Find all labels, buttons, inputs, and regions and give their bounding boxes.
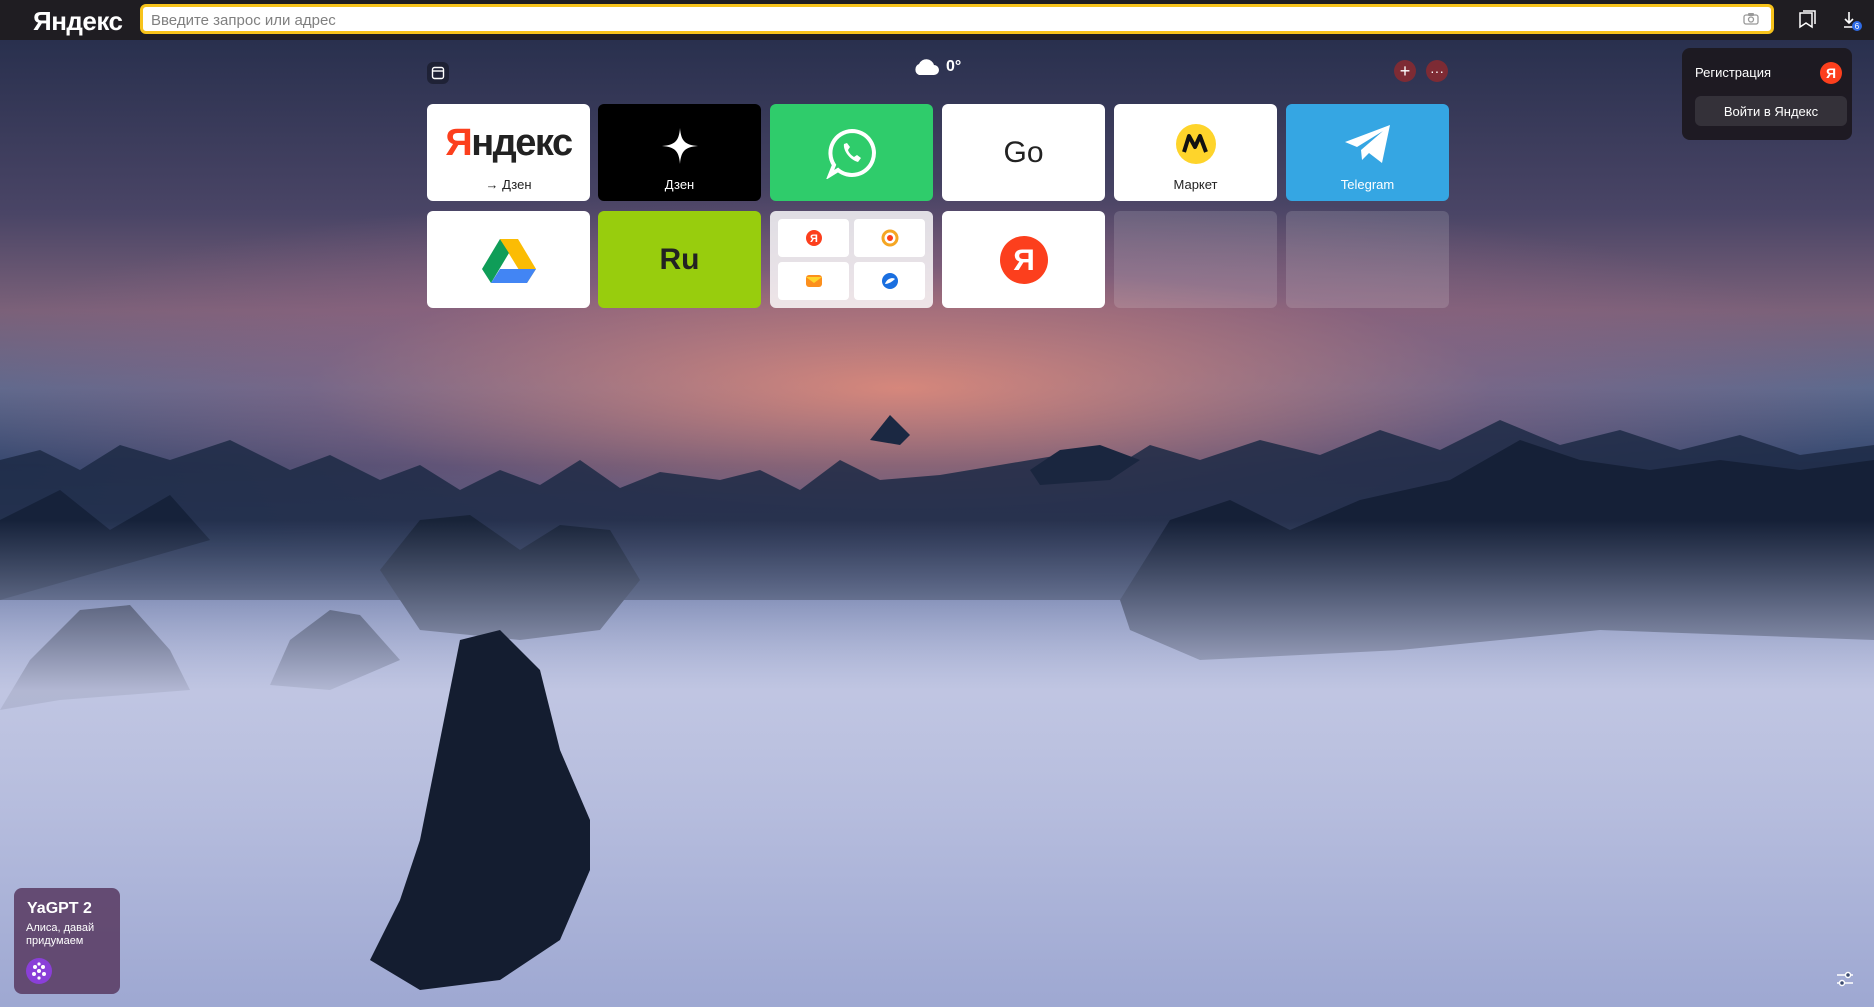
customize-icon[interactable] [1834,968,1856,990]
mini-disk-icon [854,262,925,300]
yagpt-subtitle: Алиса, давай придумаем [26,922,95,947]
alice-icon [26,958,52,984]
tile-google-drive[interactable] [427,211,590,308]
telegram-icon [1344,124,1390,163]
browser-toolbar: Яндекс 6 [0,0,1874,40]
yandex-wordmark-icon: Яндекс [445,122,573,164]
plus-icon: + [1399,61,1411,81]
tile-dzen-caption: Дзен [664,177,695,192]
more-icon: ··· [1430,63,1444,79]
tile-empty-2[interactable] [1286,211,1449,308]
yandex-account-icon[interactable]: Я [1820,62,1842,84]
more-button[interactable]: ··· [1426,60,1448,82]
yandex-logo[interactable]: Яндекс [33,6,123,37]
tile-whatsapp[interactable] [770,104,933,201]
tile-ru-label: Ru [659,242,700,276]
camera-icon[interactable] [1743,12,1759,25]
collections-icon[interactable] [1796,9,1818,31]
dzen-star-icon [661,127,698,164]
tile-dzen[interactable]: Дзен [598,104,761,201]
tile-yandex-folder[interactable]: Я [770,211,933,308]
omnibox[interactable] [140,4,1774,34]
login-title[interactable]: Регистрация [1695,65,1771,80]
tile-yandex-caption: → Дзен [485,177,532,192]
sidebar-toggle-button[interactable] [427,62,449,84]
weather-temperature: 0° [946,58,962,75]
yagpt-card[interactable]: YaGPT 2 Алиса, давай придумаем [14,888,120,994]
panel-icon [431,66,445,80]
tile-yandex-search[interactable]: Я [942,211,1105,308]
tile-market[interactable]: Маркет [1114,104,1277,201]
yandex-logo-icon: Я [999,235,1048,284]
market-icon [1175,123,1216,164]
tile-go[interactable]: Go [942,104,1105,201]
mini-yandex-icon: Я [778,219,849,257]
tile-telegram[interactable]: Telegram [1286,104,1449,201]
downloads-badge: 6 [1855,22,1860,31]
login-popup: Регистрация Я Войти в Яндекс [1682,48,1852,140]
add-tile-button[interactable]: + [1394,60,1416,82]
yagpt-title: YaGPT 2 [27,900,92,917]
tile-market-caption: Маркет [1173,177,1218,192]
google-drive-icon [481,238,536,283]
whatsapp-icon [825,128,876,179]
weather-widget[interactable]: 0° [912,58,961,76]
tile-telegram-caption: Telegram [1340,177,1395,192]
tile-go-label: Go [1003,135,1044,169]
mountains-silhouette [0,415,1874,1007]
downloads-icon[interactable]: 6 [1840,9,1862,31]
tile-yandex[interactable]: Яндекс → Дзен [427,104,590,201]
mini-mail-icon [778,262,849,300]
cloud-icon [915,59,939,75]
login-button[interactable]: Войти в Яндекс [1695,96,1847,126]
svg-text:Я: Я [810,233,818,245]
svg-text:Я: Я [1013,244,1035,277]
tile-empty-1[interactable] [1114,211,1277,308]
tile-ru[interactable]: Ru [598,211,761,308]
mini-music-icon [854,219,925,257]
address-input[interactable] [149,7,1733,33]
